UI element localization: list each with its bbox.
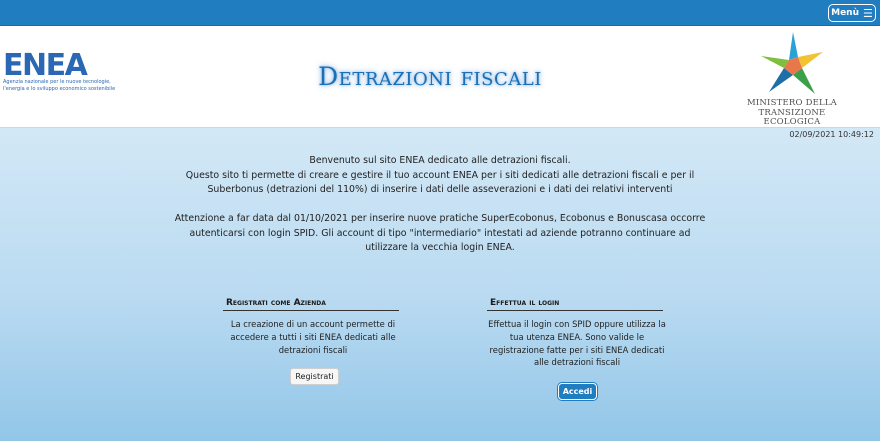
login-text-line: alle detrazioni fiscali	[533, 357, 621, 368]
welcome-line: Suberbonus (detrazioni del 110%) di inse…	[207, 184, 673, 195]
enea-wordmark: ENEA	[3, 51, 90, 77]
notice-line: utilizzare la vecchia login ENEA.	[365, 242, 515, 253]
notice-line: Attenzione a far data dal 01/10/2021 per…	[174, 213, 706, 224]
login-panel: Effettua il login Effettua il login con …	[487, 298, 667, 369]
ministry-name: MINISTERO DELLA TRANSIZIONE ECOLOGICA	[736, 98, 848, 128]
login-text-line: Effettua il login con SPID oppure utiliz…	[488, 319, 666, 329]
enea-tagline-line: l'energia e lo sviluppo economico sosten…	[3, 85, 116, 92]
register-button[interactable]: Registrati	[290, 368, 339, 385]
register-text-line: La creazione di un account permette di	[230, 319, 396, 329]
login-panel-text: Effettua il login con SPID oppure utiliz…	[487, 318, 667, 369]
register-text-line: detrazioni fiscali	[278, 344, 348, 355]
register-panel-text: La creazione di un account permette di a…	[223, 318, 403, 356]
welcome-line: Benvenuto sul sito ENEA dedicato alle de…	[309, 155, 571, 166]
register-text-line: accedere a tutti i siti ENEA dedicati al…	[230, 331, 396, 342]
ministry-star-icon	[761, 32, 823, 94]
main-content: 02/09/2021 10:49:12 Benvenuto sul sito E…	[0, 127, 880, 441]
enea-logo-text: ENEA	[3, 51, 89, 77]
login-panel-title: Effettua il login	[487, 298, 663, 311]
hamburger-icon: ☰	[863, 6, 873, 20]
ministry-line: TRANSIZIONE ECOLOGICA	[758, 107, 826, 127]
top-nav-bar: Menù ☰	[0, 0, 880, 26]
menu-button[interactable]: Menù ☰	[828, 4, 876, 22]
enea-tagline: Agenzia nazionale per le nuove tecnologi…	[3, 79, 133, 92]
register-panel: Registrati come Azienda La creazione di …	[223, 298, 403, 356]
login-button[interactable]: Accedi	[558, 383, 597, 400]
page-title: Detrazioni fiscali	[318, 62, 542, 91]
timestamp: 02/09/2021 10:49:12	[789, 130, 874, 139]
enea-logo[interactable]: ENEA Agenzia nazionale per le nuove tecn…	[3, 51, 133, 92]
welcome-text: Benvenuto sul sito ENEA dedicato alle de…	[160, 154, 720, 198]
welcome-line: Questo sito ti permette di creare e gest…	[185, 169, 695, 181]
login-text-line: tua utenza ENEA. Sono valide le	[509, 331, 645, 342]
ministry-logo[interactable]: MINISTERO DELLA TRANSIZIONE ECOLOGICA	[736, 30, 848, 128]
register-panel-title: Registrati come Azienda	[223, 298, 399, 311]
menu-label: Menù	[831, 8, 859, 18]
notice-line: autenticarsi con login SPID. Gli account…	[189, 227, 691, 239]
login-text-line: registrazione fatte per i siti ENEA dedi…	[489, 344, 665, 355]
site-header: ENEA Agenzia nazionale per le nuove tecn…	[0, 27, 880, 127]
spid-notice: Attenzione a far data dal 01/10/2021 per…	[160, 212, 720, 256]
